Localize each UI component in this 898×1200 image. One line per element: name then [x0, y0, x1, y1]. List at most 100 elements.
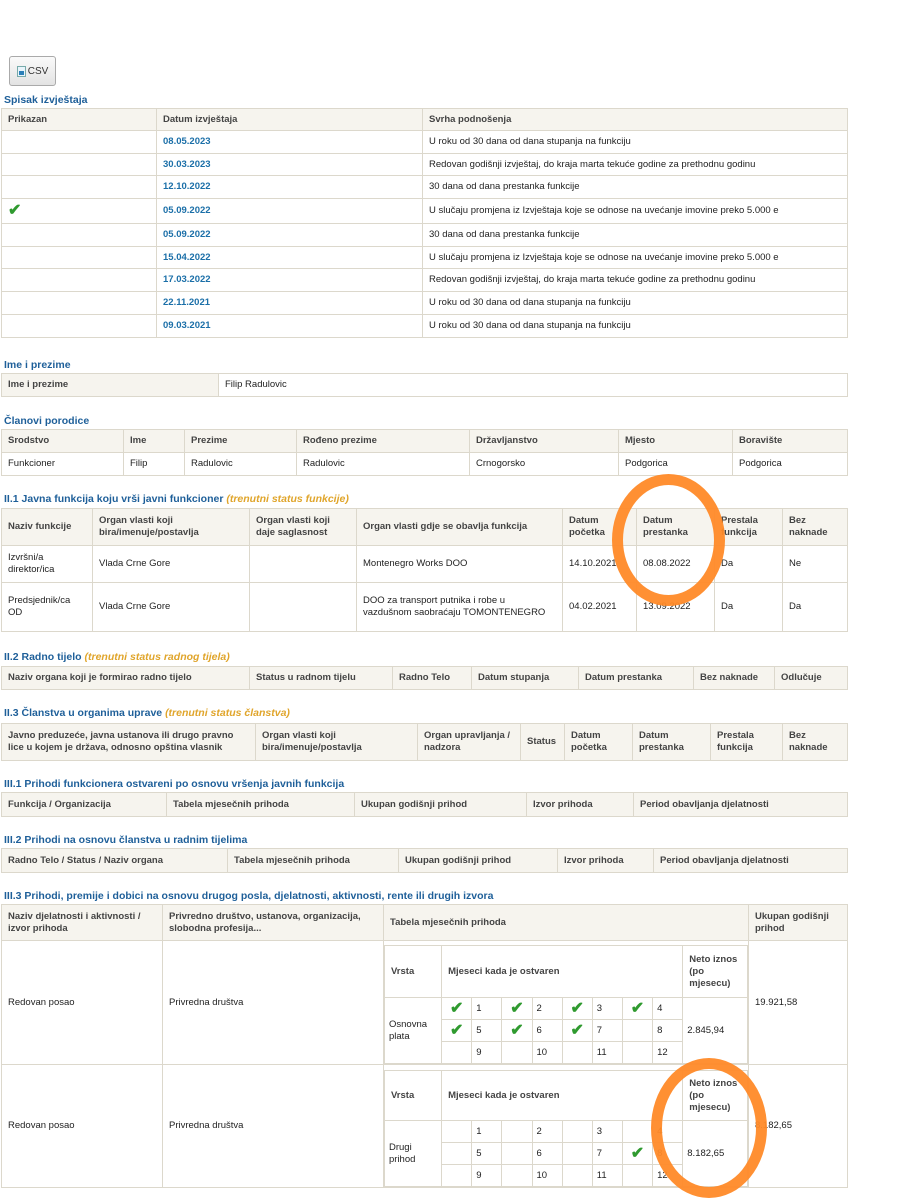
month-number: 4	[652, 1120, 684, 1143]
col-header: Prezime	[184, 429, 297, 453]
report-row[interactable]: 05.09.2022 30 dana od dana prestanka funk…	[1, 223, 848, 247]
col-header: Period obavljanja djelatnosti	[653, 848, 848, 873]
month-check-cell: ✔	[441, 1019, 473, 1042]
col-header: Datum prestanka	[578, 666, 694, 690]
month-check-cell	[441, 1120, 473, 1143]
col-header: Bez naknade	[782, 723, 848, 761]
reports-list-title: Spisak izvještaja	[4, 94, 88, 106]
income-activity: Redovan posao	[1, 940, 163, 1065]
month-check-cell: ✔	[561, 1019, 593, 1042]
report-row[interactable]: 09.03.2021 U roku od 30 dana od dana stup…	[1, 313, 848, 338]
income-type: Drugi prihod	[384, 1120, 443, 1187]
report-date-link[interactable]: 17.03.2022	[163, 274, 211, 285]
col-header: Ukupan godišnji prihod	[354, 792, 527, 817]
col-header: Status	[520, 723, 565, 761]
month-number: 2	[531, 997, 563, 1020]
function-cell: DOO za transport putnika i robe u vazduš…	[356, 582, 563, 632]
annual-total: 8.182,65	[748, 1064, 848, 1188]
working-body-note: (trenutni status radnog tijela)	[84, 651, 230, 663]
col-header: Neto iznos (po mjesecu)	[682, 945, 748, 998]
report-date-link[interactable]: 22.11.2021	[163, 297, 210, 308]
col-header: Prikazan	[1, 108, 157, 131]
col-header: Boravište	[732, 429, 848, 453]
report-row[interactable]: 22.11.2021 U roku od 30 dana od dana stup…	[1, 291, 848, 315]
function-cell: 13.09.2022	[636, 582, 715, 632]
month-number: 12	[652, 1041, 684, 1064]
report-row[interactable]: 17.03.2022 Redovan godišnji izvještaj, do…	[1, 268, 848, 293]
shown-cell	[1, 245, 157, 270]
month-number: 6	[531, 1142, 563, 1165]
check-icon: ✔	[570, 999, 584, 1017]
month-check-cell	[561, 1142, 593, 1165]
income3-table: Naziv djelatnosti i aktivnosti / izvor p…	[1, 904, 848, 1188]
report-purpose: U roku od 30 dana od dana stupanja na fu…	[422, 291, 848, 315]
col-header: Organ vlasti gdje se obavlja funkcija	[356, 508, 563, 546]
col-header: Prestala funkcija	[710, 723, 783, 761]
shown-cell	[1, 223, 157, 247]
shown-cell	[1, 268, 157, 293]
working-body-title: II.2 Radno tijelo (trenutni status radno…	[4, 651, 230, 663]
family-cell: Podgorica	[618, 452, 733, 476]
col-header: Svrha podnošenja	[422, 108, 848, 131]
report-row[interactable]: ✔ 05.09.2022 U slučaju promjena iz Izvješt…	[1, 198, 848, 225]
col-header: Period obavljanja djelatnosti	[633, 792, 848, 817]
net-amount: 2.845,94	[682, 997, 748, 1064]
month-number: 9	[471, 1164, 503, 1187]
col-header: Tabela mjesečnih prihoda	[383, 904, 749, 941]
csv-export-button[interactable]: CSV	[9, 56, 56, 86]
function-cell: Ne	[782, 545, 848, 583]
month-check-cell	[441, 1041, 473, 1064]
col-header: Bez naknade	[693, 666, 775, 690]
family-cell: Crnogorsko	[469, 452, 619, 476]
report-row[interactable]: 30.03.2023 Redovan godišnji izvještaj, do…	[1, 152, 848, 177]
report-date-link[interactable]: 08.05.2023	[163, 136, 211, 147]
col-header: Izvor prihoda	[557, 848, 654, 873]
report-date-link[interactable]: 05.09.2022	[163, 205, 211, 216]
month-check-cell: ✔	[501, 997, 533, 1020]
month-check-cell: ✔	[441, 997, 473, 1020]
check-icon: ✔	[630, 999, 645, 1017]
month-number: 2	[531, 1120, 563, 1143]
report-date-link[interactable]: 15.04.2022	[163, 252, 211, 263]
month-number: 5	[471, 1019, 503, 1042]
col-header: Ukupan godišnji prihod	[398, 848, 558, 873]
reports-table: Prikazan Datum izvještaja Svrha podnošen…	[1, 108, 848, 338]
month-check-cell	[561, 1164, 593, 1187]
annual-total: 19.921,58	[748, 940, 848, 1065]
col-header: Ukupan godišnji prihod	[748, 904, 848, 941]
col-header: Vrsta	[384, 945, 443, 998]
function-cell: Izvršni/a direktor/ica	[1, 545, 93, 583]
report-purpose: Redovan godišnji izvještaj, do kraja mar…	[422, 152, 848, 177]
report-date: 12.10.2022	[156, 175, 423, 200]
col-header: Datum stupanja	[471, 666, 579, 690]
report-row[interactable]: 12.10.2022 30 dana od dana prestanka funk…	[1, 175, 848, 200]
function-row: Izvršni/a direktor/ica Vlada Crne Gore Mon…	[1, 545, 848, 583]
month-check-cell	[501, 1164, 533, 1187]
family-cell: Radulovic	[184, 452, 297, 476]
monthly-income-table: Vrsta Mjeseci kada je ostvaren Neto iznos …	[384, 1070, 748, 1187]
income-entity: Privredna društva	[162, 940, 384, 1065]
family-cell: Podgorica	[732, 452, 848, 476]
col-header: Datum prestanka	[632, 723, 711, 761]
col-header: Organ vlasti koji bira/imenuje/postavlja	[255, 723, 418, 761]
report-date: 30.03.2023	[156, 152, 423, 177]
report-date: 15.04.2022	[156, 245, 423, 270]
income1-title: III.1 Prihodi funkcionera ostvareni po o…	[4, 778, 345, 790]
file-icon	[16, 65, 26, 77]
report-date-link[interactable]: 05.09.2022	[163, 229, 211, 240]
report-row[interactable]: 08.05.2023 U roku od 30 dana od dana stup…	[1, 130, 848, 154]
col-header: Javno preduzeće, javna ustanova ili drug…	[1, 723, 256, 761]
check-icon: ✔	[510, 999, 524, 1017]
report-date-link[interactable]: 30.03.2023	[163, 159, 211, 170]
report-row[interactable]: 15.04.2022 U slučaju promjena iz Izvješta…	[1, 245, 848, 270]
month-number: 8	[652, 1142, 684, 1165]
report-purpose: Redovan godišnji izvještaj, do kraja mar…	[422, 268, 848, 293]
col-header: Datum početka	[562, 508, 637, 546]
report-date-link[interactable]: 09.03.2021	[163, 320, 211, 331]
report-date-link[interactable]: 12.10.2022	[163, 181, 211, 192]
month-number: 1	[471, 1120, 503, 1143]
income2-title: III.2 Prihodi na osnovu članstva u radni…	[4, 834, 248, 846]
month-number: 1	[471, 997, 503, 1020]
col-header: Ime	[123, 429, 185, 453]
month-check-cell: ✔	[501, 1019, 533, 1042]
